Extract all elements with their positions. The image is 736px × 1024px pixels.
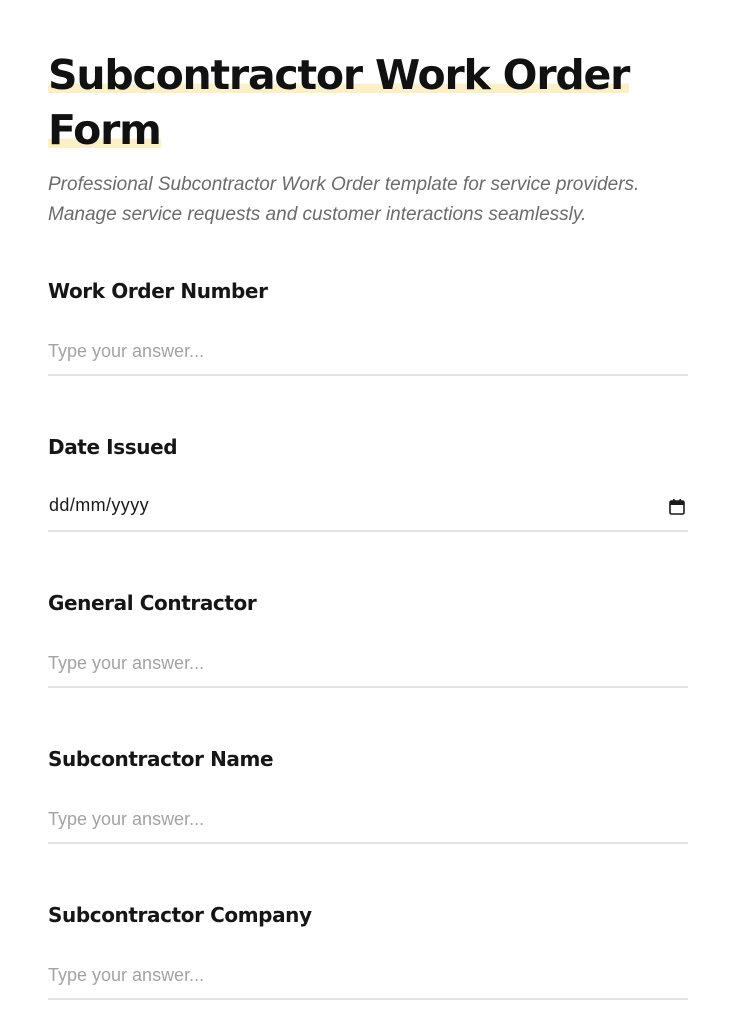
work-order-number-input[interactable]	[48, 328, 688, 376]
date-issued-input[interactable]: dd/mm/yyyy	[48, 484, 688, 532]
form-title: Subcontractor Work Order Form	[48, 48, 688, 158]
field-general-contractor: General Contractor	[48, 590, 688, 688]
form-title-text: Subcontractor Work Order Form	[48, 51, 630, 154]
calendar-icon[interactable]	[668, 498, 686, 516]
field-label: General Contractor	[48, 591, 257, 615]
field-label: Date Issued	[48, 435, 178, 459]
form-description: Professional Subcontractor Work Order te…	[48, 174, 640, 225]
field-label: Work Order Number	[48, 279, 268, 303]
subcontractor-name-input[interactable]	[48, 796, 688, 844]
field-subcontractor-name: Subcontractor Name	[48, 746, 688, 844]
general-contractor-input[interactable]	[48, 640, 688, 688]
field-work-order-number: Work Order Number	[48, 278, 688, 376]
subcontractor-company-input[interactable]	[48, 952, 688, 1000]
field-label: Subcontractor Company	[48, 903, 312, 927]
date-placeholder: dd/mm/yyyy	[49, 495, 150, 515]
field-label: Subcontractor Name	[48, 747, 274, 771]
field-date-issued: Date Issued dd/mm/yyyy	[48, 434, 688, 532]
field-subcontractor-company: Subcontractor Company	[48, 902, 688, 1000]
form-page: Subcontractor Work Order Form Profession…	[0, 0, 736, 1000]
